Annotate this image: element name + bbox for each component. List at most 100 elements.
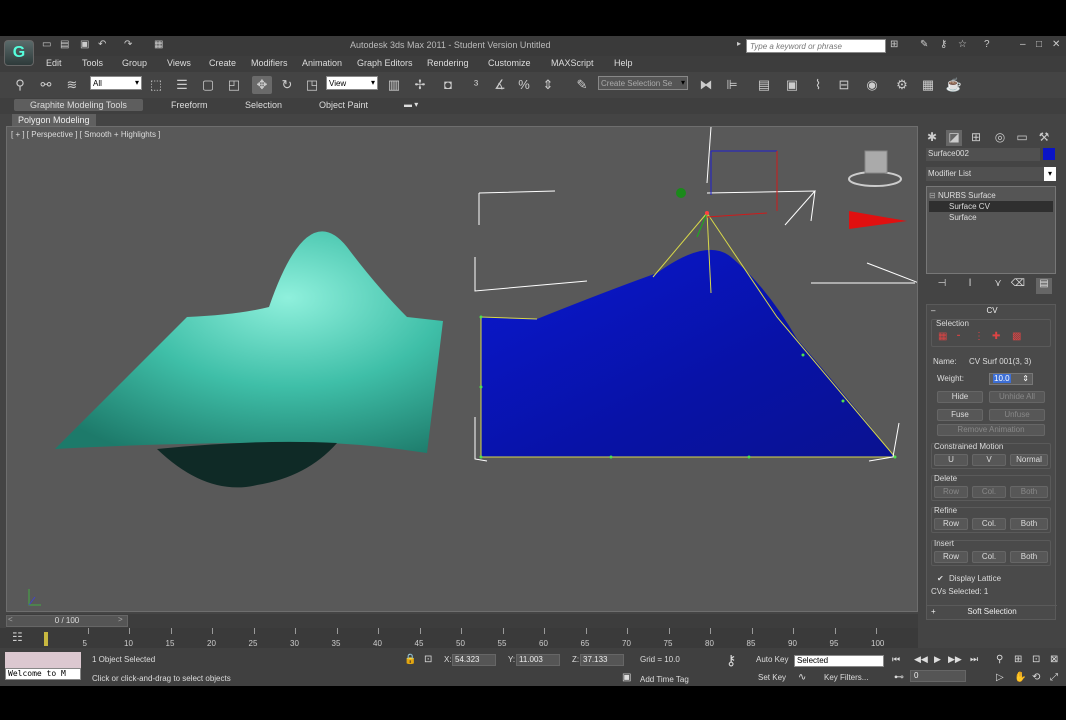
current-frame-marker[interactable] — [44, 632, 48, 646]
open-file-icon[interactable]: ▤ — [60, 39, 69, 50]
object-name-field[interactable]: Surface002 — [926, 148, 1040, 161]
favorite-icon[interactable]: ☆ — [958, 39, 967, 50]
spinner-snap-icon[interactable]: ⇕ — [538, 76, 558, 94]
time-slider[interactable]: 0 / 100 — [6, 615, 128, 627]
angle-snap-icon[interactable]: ∡ — [490, 76, 510, 94]
set-key-mode-icon[interactable]: ⚷ — [726, 652, 736, 669]
remove-animation-button[interactable]: Remove Animation — [937, 424, 1045, 436]
menu-graph-editors[interactable]: Graph Editors — [357, 58, 413, 68]
tab-freeform[interactable]: Freeform — [171, 100, 208, 110]
single-cv-icon[interactable]: ▦ — [938, 331, 947, 342]
menu-help[interactable]: Help — [614, 58, 633, 68]
tools-icon[interactable]: ✎ — [920, 39, 928, 50]
stack-item-surface[interactable]: Surface — [929, 212, 1053, 223]
absolute-mode-icon[interactable]: ⊡ — [424, 654, 432, 665]
project-folder-icon[interactable]: ▦ — [154, 39, 163, 50]
fuse-button[interactable]: Fuse — [937, 409, 983, 421]
object-color-swatch[interactable] — [1043, 148, 1055, 160]
motion-tab-icon[interactable]: ◎ — [992, 130, 1008, 146]
save-file-icon[interactable]: ▣ — [80, 39, 89, 50]
render-setup-icon[interactable]: ⚙ — [892, 76, 912, 94]
mini-curve-editor-icon[interactable]: ☷ — [12, 630, 23, 644]
reference-coordinate-dropdown[interactable]: View — [326, 76, 378, 90]
refine-both-button[interactable]: Both — [1010, 518, 1048, 530]
application-menu-button[interactable]: G — [4, 40, 34, 66]
search-input[interactable]: Type a keyword or phrase — [746, 39, 886, 53]
time-prev-icon[interactable]: < — [8, 615, 13, 624]
menu-views[interactable]: Views — [167, 58, 191, 68]
insert-row-button[interactable]: Row — [934, 551, 968, 563]
rectangular-selection-icon[interactable]: ▢ — [198, 76, 218, 94]
unlink-icon[interactable]: ⚯ — [36, 76, 56, 94]
auto-key-button[interactable]: Auto Key — [756, 655, 788, 664]
set-key-button[interactable]: Set Key — [758, 673, 786, 682]
minimize-icon[interactable]: – — [1020, 39, 1026, 50]
all-cvs-icon[interactable]: ▩ — [1012, 331, 1021, 342]
ribbon-options-icon[interactable]: ▬ ▾ — [404, 100, 418, 109]
material-editor-icon[interactable]: ◉ — [862, 76, 882, 94]
snaps-toggle-icon[interactable]: ³ — [466, 76, 486, 94]
key-mode-toggle-icon[interactable]: ⊷ — [894, 672, 904, 683]
help-icon[interactable]: ? — [984, 39, 990, 50]
modifier-list-dropdown[interactable]: Modifier List ▾ — [926, 167, 1056, 181]
stack-item-nurbs-surface[interactable]: ⊟ NURBS Surface — [929, 190, 1053, 201]
menu-tools[interactable]: Tools — [82, 58, 103, 68]
current-frame-field[interactable]: 0 — [910, 670, 966, 682]
utilities-tab-icon[interactable]: ⚒ — [1036, 130, 1052, 146]
orbit-icon[interactable]: ⟲ — [1032, 672, 1040, 683]
display-lattice-checkbox[interactable]: ✔ — [937, 574, 944, 583]
insert-both-button[interactable]: Both — [1010, 551, 1048, 563]
select-and-move-icon[interactable]: ✥ — [252, 76, 272, 94]
menu-edit[interactable]: Edit — [46, 58, 62, 68]
hierarchy-tab-icon[interactable]: ⊞ — [968, 130, 984, 146]
key-filters-button[interactable]: Key Filters... — [824, 673, 868, 682]
unfuse-button[interactable]: Unfuse — [989, 409, 1045, 421]
perspective-viewport[interactable]: [ + ] [ Perspective ] [ Smooth + Highlig… — [6, 126, 918, 612]
modify-tab-icon[interactable]: ◪ — [946, 130, 962, 146]
select-by-name-icon[interactable]: ☰ — [172, 76, 192, 94]
close-icon[interactable]: ✕ — [1052, 39, 1060, 50]
maximize-viewport-icon[interactable]: ⤢ — [1050, 672, 1058, 683]
pin-stack-icon[interactable]: ⊣ — [934, 278, 950, 294]
hide-button[interactable]: Hide — [937, 391, 983, 403]
viewcube[interactable] — [848, 150, 902, 187]
key-icon[interactable]: ⚷ — [940, 39, 947, 50]
curve-editor-icon[interactable]: ⌇ — [808, 76, 828, 94]
polygon-modeling-panel[interactable]: Polygon Modeling — [12, 114, 96, 126]
window-crossing-icon[interactable]: ◰ — [224, 76, 244, 94]
menu-create[interactable]: Create — [209, 58, 236, 68]
menu-modifiers[interactable]: Modifiers — [251, 58, 288, 68]
graphite-toggle-icon[interactable]: ▣ — [782, 76, 802, 94]
constrain-v-button[interactable]: V — [972, 454, 1006, 466]
z-coordinate-field[interactable]: 37.133 — [580, 654, 624, 666]
tab-graphite-modeling-tools[interactable]: Graphite Modeling Tools — [14, 99, 143, 111]
key-filter-icon[interactable]: ∿ — [798, 672, 806, 683]
bind-space-warp-icon[interactable]: ≋ — [62, 76, 82, 94]
search-arrow-icon[interactable]: ▸ — [737, 39, 741, 48]
new-file-icon[interactable]: ▭ — [42, 39, 51, 50]
go-to-end-icon[interactable]: ⏭ — [970, 654, 978, 665]
previous-frame-icon[interactable]: ◀◀ — [914, 654, 928, 665]
menu-animation[interactable]: Animation — [302, 58, 342, 68]
stack-item-surface-cv[interactable]: Surface CV — [929, 201, 1053, 212]
selection-filter-dropdown[interactable]: All — [90, 76, 142, 90]
y-coordinate-field[interactable]: 11.003 — [516, 654, 560, 666]
layer-manager-icon[interactable]: ▤ — [754, 76, 774, 94]
lock-selection-icon[interactable]: 🔒 — [404, 654, 416, 665]
refine-col-button[interactable]: Col. — [972, 518, 1006, 530]
render-production-icon[interactable]: ☕ — [944, 76, 964, 94]
select-object-icon[interactable]: ⬚ — [146, 76, 166, 94]
undo-icon[interactable]: ↶ — [98, 39, 106, 50]
unhide-all-button[interactable]: Unhide All — [989, 391, 1045, 403]
select-and-rotate-icon[interactable]: ↻ — [277, 76, 297, 94]
select-and-manipulate-icon[interactable]: ✢ — [410, 76, 430, 94]
schematic-view-icon[interactable]: ⊟ — [834, 76, 854, 94]
delete-col-button[interactable]: Col. — [972, 486, 1006, 498]
zoom-extents-all-icon[interactable]: ⊠ — [1050, 654, 1058, 665]
zoom-icon[interactable]: ⚲ — [996, 654, 1003, 665]
maximize-icon[interactable]: □ — [1036, 39, 1042, 50]
menu-customize[interactable]: Customize — [488, 58, 531, 68]
field-of-view-icon[interactable]: ▷ — [996, 672, 1004, 683]
menu-group[interactable]: Group — [122, 58, 147, 68]
pan-view-icon[interactable]: ✋ — [1014, 672, 1026, 683]
